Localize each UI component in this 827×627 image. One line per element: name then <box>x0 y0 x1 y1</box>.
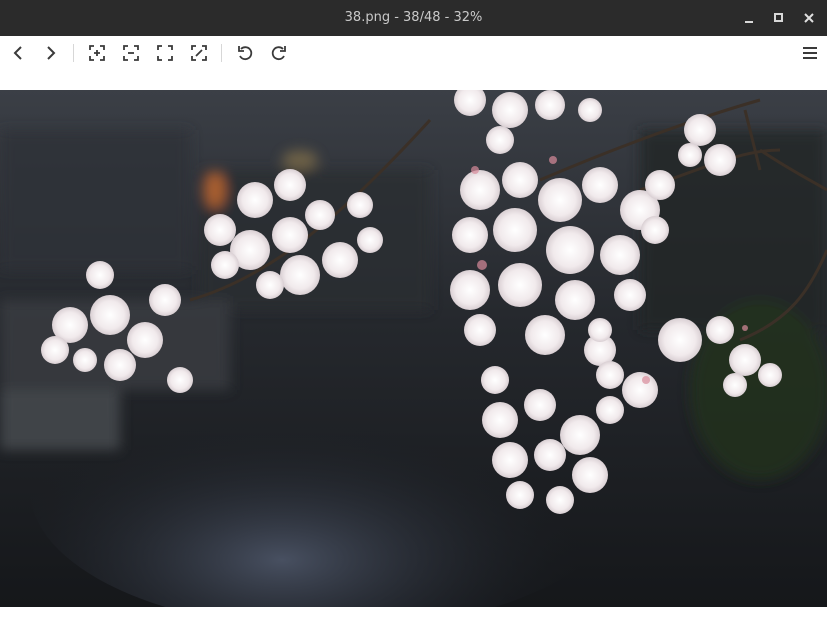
toolbar-separator <box>221 44 222 62</box>
zoom-in-icon <box>89 45 105 61</box>
chevron-right-icon <box>47 46 56 60</box>
hamburger-menu-icon <box>803 47 817 59</box>
close-button[interactable] <box>799 8 819 28</box>
toolbar <box>0 36 827 70</box>
zoom-out-button[interactable] <box>119 41 143 65</box>
zoom-in-button[interactable] <box>85 41 109 65</box>
maximize-button[interactable] <box>769 8 789 28</box>
rotate-ccw-icon <box>238 46 253 61</box>
photo-cherry-blossoms <box>0 90 827 607</box>
original-size-icon <box>191 45 207 61</box>
chevron-left-icon <box>13 46 22 60</box>
image-canvas[interactable] <box>0 90 827 607</box>
maximize-icon <box>774 13 783 22</box>
next-image-button[interactable] <box>39 41 63 65</box>
rotate-right-button[interactable] <box>267 41 291 65</box>
rotate-cw-icon <box>271 46 286 61</box>
fit-window-icon <box>157 45 173 61</box>
window-title: 38.png - 38/48 - 32% <box>344 10 483 25</box>
minimize-button[interactable] <box>740 8 760 28</box>
window-titlebar: 38.png - 38/48 - 32% <box>0 0 827 36</box>
rotate-left-button[interactable] <box>233 41 257 65</box>
fit-to-window-button[interactable] <box>153 41 177 65</box>
toolbar-separator <box>73 44 74 62</box>
zoom-out-icon <box>123 45 139 61</box>
minimize-icon <box>745 21 753 23</box>
previous-image-button[interactable] <box>6 41 30 65</box>
close-icon <box>804 13 814 23</box>
original-size-button[interactable] <box>187 41 211 65</box>
menu-button[interactable] <box>798 41 822 65</box>
